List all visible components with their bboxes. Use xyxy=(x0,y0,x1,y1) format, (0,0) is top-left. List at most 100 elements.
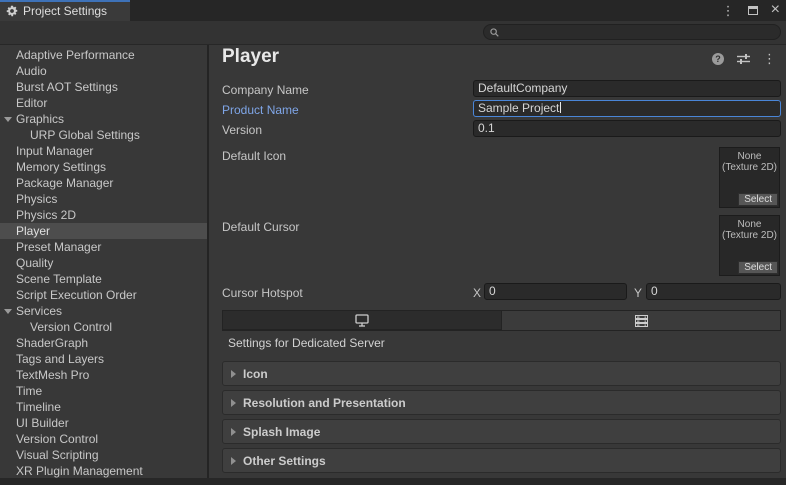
sidebar-item-shadergraph[interactable]: ShaderGraph xyxy=(0,335,207,351)
sidebar-item-label: ShaderGraph xyxy=(0,335,207,351)
close-icon[interactable]: × xyxy=(771,2,780,18)
sidebar-item-graphics[interactable]: Graphics xyxy=(0,111,207,127)
more-menu-icon[interactable]: ⋮ xyxy=(763,52,776,65)
sidebar-item-label: Burst AOT Settings xyxy=(0,79,207,95)
sidebar-item-label: Quality xyxy=(0,255,207,271)
product-name-field[interactable]: Sample Project xyxy=(473,100,781,117)
sidebar-item-player[interactable]: Player xyxy=(0,223,207,239)
foldout-expanded-icon xyxy=(4,309,12,314)
sidebar-item-label: Visual Scripting xyxy=(0,447,207,463)
sidebar-item-services[interactable]: Services xyxy=(0,303,207,319)
sidebar-item-package-manager[interactable]: Package Manager xyxy=(0,175,207,191)
section-icon[interactable]: Icon xyxy=(222,361,781,386)
sidebar-item-label: Services xyxy=(0,303,207,319)
hotspot-y-field[interactable]: 0 xyxy=(646,283,781,300)
default-cursor-texture-slot[interactable]: None (Texture 2D) Select xyxy=(719,215,780,276)
sidebar-item-label: Input Manager xyxy=(0,143,207,159)
settings-for-platform-header: Settings for Dedicated Server xyxy=(228,336,385,350)
version-label: Version xyxy=(222,122,262,138)
sidebar-item-label: Time xyxy=(0,383,207,399)
project-settings-window: Project Settings ⋮ × Adaptive Performanc… xyxy=(0,0,786,485)
tab-dedicated-server[interactable] xyxy=(502,311,780,330)
hotspot-y-label: Y xyxy=(634,285,642,301)
product-name-value: Sample Project xyxy=(478,101,559,115)
section-splash-image[interactable]: Splash Image xyxy=(222,419,781,444)
sidebar-item-adaptive-performance[interactable]: Adaptive Performance xyxy=(0,47,207,63)
window-tab-title: Project Settings xyxy=(23,3,107,18)
default-cursor-select-button[interactable]: Select xyxy=(738,261,778,274)
version-value: 0.1 xyxy=(478,121,495,135)
window-controls: ⋮ × xyxy=(722,0,780,21)
window-titlebar: Project Settings ⋮ × xyxy=(0,0,786,21)
texture-none-label: None xyxy=(720,151,779,162)
sidebar-item-textmesh-pro[interactable]: TextMesh Pro xyxy=(0,367,207,383)
window-menu-icon[interactable]: ⋮ xyxy=(722,4,735,17)
sidebar-item-label: Editor xyxy=(0,95,207,111)
section-label: Splash Image xyxy=(243,425,320,439)
panel-header-icons: ? ⋮ xyxy=(712,52,776,65)
sidebar-item-label: Graphics xyxy=(0,111,207,127)
sidebar-item-burst-aot-settings[interactable]: Burst AOT Settings xyxy=(0,79,207,95)
sidebar-item-label: Player xyxy=(0,223,207,239)
section-label: Resolution and Presentation xyxy=(243,396,406,410)
sidebar-item-version-control[interactable]: Version Control xyxy=(0,431,207,447)
settings-toolbar xyxy=(0,21,786,45)
sidebar-item-version-control[interactable]: Version Control xyxy=(0,319,207,335)
cursor-hotspot-label: Cursor Hotspot xyxy=(222,285,303,301)
sidebar-item-label: UI Builder xyxy=(0,415,207,431)
tab-accent-line xyxy=(0,0,130,2)
search-input[interactable] xyxy=(503,26,774,38)
sidebar-item-preset-manager[interactable]: Preset Manager xyxy=(0,239,207,255)
sidebar-item-script-execution-order[interactable]: Script Execution Order xyxy=(0,287,207,303)
window-bottom-edge xyxy=(0,478,786,485)
default-icon-select-button[interactable]: Select xyxy=(738,193,778,206)
tab-desktop-platform[interactable] xyxy=(223,311,502,330)
version-field[interactable]: 0.1 xyxy=(473,120,781,137)
company-name-field[interactable]: DefaultCompany xyxy=(473,80,781,97)
maximize-icon[interactable] xyxy=(748,6,758,15)
sidebar-item-timeline[interactable]: Timeline xyxy=(0,399,207,415)
sidebar-item-physics[interactable]: Physics xyxy=(0,191,207,207)
section-other-settings[interactable]: Other Settings xyxy=(222,448,781,473)
text-caret xyxy=(560,102,561,113)
platform-tab-bar xyxy=(222,310,781,331)
company-name-label: Company Name xyxy=(222,82,309,98)
sidebar-item-quality[interactable]: Quality xyxy=(0,255,207,271)
sidebar-item-memory-settings[interactable]: Memory Settings xyxy=(0,159,207,175)
section-resolution-and-presentation[interactable]: Resolution and Presentation xyxy=(222,390,781,415)
sidebar-item-visual-scripting[interactable]: Visual Scripting xyxy=(0,447,207,463)
sidebar-item-label: Script Execution Order xyxy=(0,287,207,303)
section-label: Other Settings xyxy=(243,454,326,468)
sidebar-item-label: Package Manager xyxy=(0,175,207,191)
sidebar-item-physics-2d[interactable]: Physics 2D xyxy=(0,207,207,223)
sidebar-item-audio[interactable]: Audio xyxy=(0,63,207,79)
sidebar-item-xr-plugin-management[interactable]: XR Plugin Management xyxy=(0,463,207,478)
presets-icon[interactable] xyxy=(737,53,750,65)
sidebar-item-ui-builder[interactable]: UI Builder xyxy=(0,415,207,431)
sidebar-item-label: Scene Template xyxy=(0,271,207,287)
sidebar-item-editor[interactable]: Editor xyxy=(0,95,207,111)
sidebar-item-time[interactable]: Time xyxy=(0,383,207,399)
sidebar-item-label: Version Control xyxy=(0,431,207,447)
texture-type-label: (Texture 2D) xyxy=(720,162,779,173)
window-tab-project-settings[interactable]: Project Settings xyxy=(0,0,130,21)
texture-type-label: (Texture 2D) xyxy=(720,230,779,241)
search-box[interactable] xyxy=(483,24,781,40)
help-icon[interactable]: ? xyxy=(712,53,724,65)
sidebar-item-label: Timeline xyxy=(0,399,207,415)
texture-none-label: None xyxy=(720,219,779,230)
sidebar-item-urp-global-settings[interactable]: URP Global Settings xyxy=(0,127,207,143)
hotspot-x-field[interactable]: 0 xyxy=(484,283,627,300)
sidebar-item-label: Tags and Layers xyxy=(0,351,207,367)
settings-sidebar: Adaptive Performance Audio Burst AOT Set… xyxy=(0,45,207,478)
page-title: Player xyxy=(222,46,279,68)
search-icon xyxy=(490,28,499,37)
sidebar-item-tags-and-layers[interactable]: Tags and Layers xyxy=(0,351,207,367)
foldout-collapsed-icon xyxy=(231,428,236,436)
sidebar-item-input-manager[interactable]: Input Manager xyxy=(0,143,207,159)
foldout-expanded-icon xyxy=(4,117,12,122)
sidebar-item-scene-template[interactable]: Scene Template xyxy=(0,271,207,287)
default-icon-texture-slot[interactable]: None (Texture 2D) Select xyxy=(719,147,780,208)
product-name-label: Product Name xyxy=(222,102,299,118)
sidebar-item-label: URP Global Settings xyxy=(0,127,207,143)
